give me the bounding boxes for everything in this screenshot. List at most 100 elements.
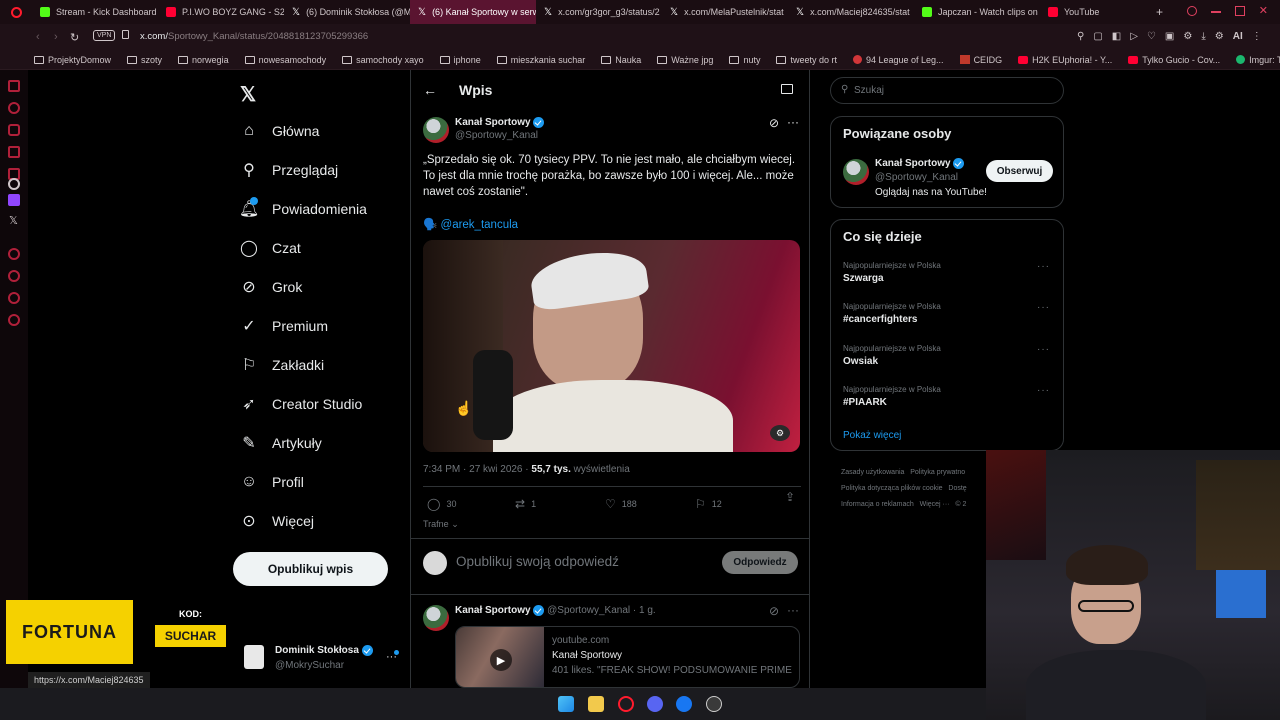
extension-icon[interactable]: ◧	[1112, 31, 1121, 42]
trend-more-icon[interactable]: ···	[1037, 261, 1050, 272]
related-name[interactable]: Kanał Sportowy	[875, 158, 965, 169]
box-icon[interactable]: ▣	[1165, 31, 1174, 42]
bookmark-item[interactable]: szoty	[127, 55, 162, 65]
url-field[interactable]: x.com/Sportowy_Kanal/status/204881812370…	[140, 31, 368, 42]
twitch-icon[interactable]	[8, 194, 20, 206]
like-action[interactable]: ♡ 188	[605, 497, 637, 511]
trend-item[interactable]: Szwarga	[843, 273, 884, 284]
trend-more-icon[interactable]: ···	[1037, 385, 1050, 396]
maximize-icon[interactable]	[1234, 6, 1245, 16]
back-icon[interactable]: ‹	[36, 31, 40, 43]
reply-action[interactable]: ◯ 30	[427, 497, 456, 511]
new-tab-icon[interactable]: +	[1156, 5, 1163, 19]
history-clock-icon[interactable]	[8, 270, 20, 282]
related-avatar[interactable]	[843, 159, 869, 185]
footer-link[interactable]: Informacja o reklamach	[841, 501, 914, 508]
heart-icon[interactable]: ♡	[1147, 31, 1156, 42]
footer-link[interactable]: © 2	[955, 501, 966, 508]
browser-tab[interactable]: YouTube	[1040, 0, 1150, 24]
link-card[interactable]: ▶ youtube.com Kanał Sportowy 401 likes. …	[455, 626, 800, 688]
facebook-icon[interactable]	[676, 696, 692, 712]
bookmark-page-icon[interactable]: ⚲	[1077, 31, 1084, 42]
nav-notifications[interactable]: 🔔︎ Powiadomienia	[239, 197, 367, 218]
bookmark-item[interactable]: ProjektyDomow	[34, 55, 111, 65]
nav-explore[interactable]: ⚲ Przeglądaj	[240, 161, 338, 179]
search-tabs-icon[interactable]	[1186, 6, 1197, 16]
trend-item[interactable]: #PIAARK	[843, 397, 887, 408]
trend-item[interactable]: Owsiak	[843, 356, 878, 367]
follow-button[interactable]: Obserwuj	[986, 160, 1053, 182]
x-logo-icon[interactable]: 𝕏	[9, 214, 18, 227]
browser-tab[interactable]: Japczan - Watch clips on	[914, 0, 1040, 24]
download-icon[interactable]: ⤓	[1201, 31, 1205, 42]
bookmark-item[interactable]: nuty	[729, 55, 760, 65]
bookmark-item[interactable]: CEIDG	[959, 55, 1002, 65]
nav-grok[interactable]: ⊘ Grok	[240, 278, 302, 296]
browser-tab-active[interactable]: 𝕏 (6) Kanał Sportowy w serw	[410, 0, 536, 24]
nav-home[interactable]: ⌂ Główna	[240, 122, 319, 140]
bookmark-item[interactable]: mieszkania suchar	[496, 55, 585, 65]
nav-more[interactable]: ⊙ Więcej	[240, 512, 314, 530]
bookmark-item[interactable]: Nauka	[601, 55, 641, 65]
back-arrow-icon[interactable]: ←	[423, 82, 437, 98]
discord-icon[interactable]	[647, 696, 663, 712]
reply-button[interactable]: Odpowiedz	[722, 551, 798, 574]
bookmark-item[interactable]: iphone	[439, 55, 481, 65]
bookmark-item[interactable]: 94 League of Leg...	[852, 55, 944, 65]
author-name[interactable]: Kanał Sportowy	[455, 117, 545, 128]
extensions-cube-icon[interactable]	[8, 292, 20, 304]
vpn-badge[interactable]: VPN	[93, 30, 116, 41]
bookmark-item[interactable]: tweety do rt	[776, 55, 837, 65]
trend-more-icon[interactable]: ···	[1037, 302, 1050, 313]
sort-dropdown[interactable]: Trafne ⌄	[423, 519, 459, 530]
grok-explain-icon[interactable]: ⊘	[769, 116, 779, 130]
nav-creator-studio[interactable]: ➶ Creator Studio	[240, 395, 362, 413]
reply-input[interactable]: Opublikuj swoją odpowiedź	[456, 554, 619, 569]
workspace-icon[interactable]	[8, 80, 20, 92]
settings-icon[interactable]: ⚙	[1215, 31, 1224, 42]
snapshot-icon[interactable]: ▢	[1093, 31, 1102, 42]
grok-explain-icon[interactable]: ⊘	[769, 604, 779, 618]
forward-icon[interactable]: ›	[54, 31, 58, 43]
chatgpt-icon[interactable]	[8, 178, 20, 190]
post-more-icon[interactable]: ···	[787, 115, 799, 129]
footer-link[interactable]: Dostę	[948, 485, 966, 492]
obs-icon[interactable]	[706, 696, 722, 712]
video-player[interactable]: ⚙	[423, 240, 800, 452]
bookmark-item[interactable]: Ważne jpg	[657, 55, 713, 65]
history-icon[interactable]	[8, 102, 20, 114]
close-window-icon[interactable]: ✕	[1259, 6, 1268, 17]
browser-tab[interactable]: 𝕏x.com/MelaPustelnik/stat	[662, 0, 788, 24]
footer-link[interactable]: Polityka prywatno	[910, 469, 965, 476]
clock-icon[interactable]	[8, 248, 20, 260]
shop-icon[interactable]	[8, 124, 20, 136]
author-avatar[interactable]	[423, 117, 449, 143]
bookmark-item[interactable]: samochody xayo	[342, 55, 424, 65]
repost-action[interactable]: ⇄ 1	[515, 497, 536, 511]
browser-tab[interactable]: Stream - Kick Dashboard	[32, 0, 158, 24]
extensions-icon[interactable]: ⚙	[1183, 31, 1192, 42]
nav-premium[interactable]: ✓ Premium	[240, 317, 328, 335]
player-icon[interactable]: ▷	[1130, 31, 1138, 42]
bookmark-action[interactable]: ⚐ 12	[695, 497, 722, 511]
browser-tab[interactable]: 𝕏x.com/gr3gor_g3/status/2	[536, 0, 662, 24]
opera-icon[interactable]	[618, 696, 634, 712]
menu-icon[interactable]: ⋮	[1252, 31, 1262, 42]
file-explorer-icon[interactable]	[588, 696, 604, 712]
search-field[interactable]: ⚲ Szukaj	[830, 77, 1064, 104]
footer-link[interactable]: Zasady użytkowania	[841, 469, 904, 476]
windows-start-icon[interactable]	[558, 696, 574, 712]
account-avatar[interactable]	[244, 645, 264, 669]
footer-link[interactable]: Więcej ···	[920, 501, 950, 508]
nav-bookmarks[interactable]: ⚐ Zakładki	[240, 356, 324, 374]
messenger-icon[interactable]	[8, 146, 20, 158]
minimize-icon[interactable]	[1210, 11, 1221, 13]
x-logo-icon[interactable]: 𝕏	[240, 82, 256, 107]
share-icon[interactable]: ⇪	[785, 490, 795, 504]
browser-tab[interactable]: 𝕏x.com/Maciej824635/stat	[788, 0, 914, 24]
bookmark-item[interactable]: Tylko Gucio - Cov...	[1128, 55, 1220, 65]
reply-author-avatar[interactable]	[423, 605, 449, 631]
bookmark-item[interactable]: norwegia	[178, 55, 229, 65]
bookmark-item[interactable]: nowesamochody	[244, 55, 326, 65]
video-settings-icon[interactable]: ⚙	[770, 425, 790, 441]
